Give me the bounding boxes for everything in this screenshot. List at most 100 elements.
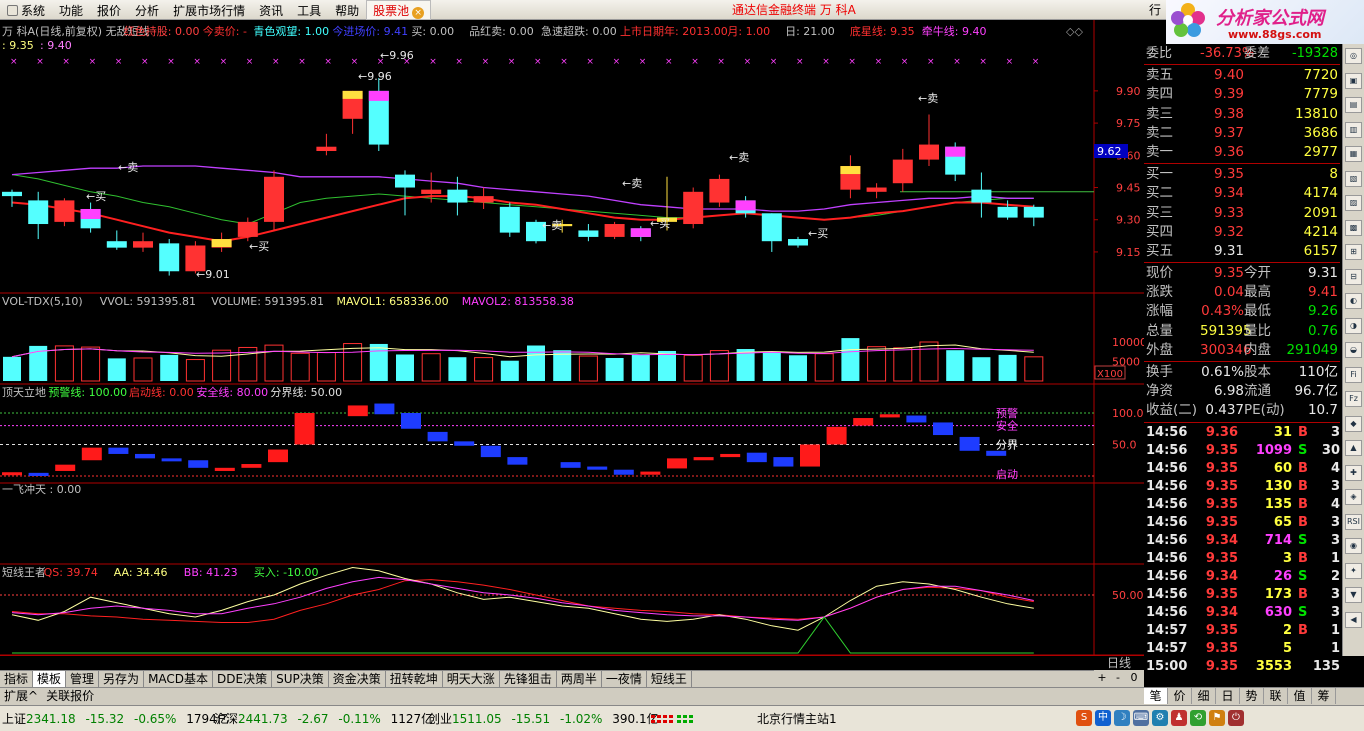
bid-row[interactable]: 买四 9.32 4214 bbox=[1144, 223, 1340, 242]
tick-row[interactable]: 14:56 9.35 65 B 3 bbox=[1144, 514, 1340, 532]
menu-system[interactable]: 系统 bbox=[0, 1, 52, 21]
ask-row[interactable]: 卖四 9.39 7779 bbox=[1144, 85, 1340, 104]
ask-row[interactable]: 卖一 9.36 2977 bbox=[1144, 143, 1340, 162]
right-tab-2[interactable]: 细 bbox=[1192, 688, 1216, 704]
tab-4[interactable]: MACD基本 bbox=[144, 671, 214, 687]
side-tool-icon[interactable]: ◉ bbox=[1345, 538, 1362, 554]
index-cy[interactable]: 创业1511.05 -15.51 -1.02% 390.1亿 bbox=[428, 710, 659, 728]
side-tool-icon[interactable]: ⊞ bbox=[1345, 244, 1362, 260]
ask-row[interactable]: 卖五 9.40 7720 bbox=[1144, 66, 1340, 85]
side-tool-icon[interactable]: ✚ bbox=[1345, 464, 1362, 481]
tick-row[interactable]: 14:56 9.34 26 S 2 bbox=[1144, 568, 1340, 586]
tick-row[interactable]: 15:00 9.35 3553 135 bbox=[1144, 658, 1340, 676]
tab-3[interactable]: 另存为 bbox=[99, 671, 145, 687]
tab-6[interactable]: SUP决策 bbox=[272, 671, 329, 687]
side-tool-icon[interactable]: RSI bbox=[1345, 513, 1362, 530]
right-tab-4[interactable]: 势 bbox=[1240, 688, 1264, 704]
side-tool-icon[interactable]: ▨ bbox=[1345, 195, 1362, 211]
menu-analysis[interactable]: 分析 bbox=[128, 1, 166, 21]
window-menu-button[interactable]: 行 bbox=[1146, 0, 1164, 20]
tick-row[interactable]: 14:56 9.35 1099 S 30 bbox=[1144, 442, 1340, 460]
stock-pool-button[interactable]: 股票池 × bbox=[366, 0, 432, 20]
side-tool-icon[interactable]: ◀ bbox=[1345, 611, 1362, 628]
menu-help[interactable]: 帮助 bbox=[328, 1, 366, 21]
menu-quote[interactable]: 报价 bbox=[90, 1, 128, 21]
tray-icon-8[interactable]: ⏻ bbox=[1228, 710, 1244, 726]
side-tool-icon[interactable]: ⊟ bbox=[1345, 268, 1362, 285]
side-tool-icon[interactable]: ▩ bbox=[1345, 219, 1362, 236]
stat-row[interactable]: 现价 9.35 今开 9.31 bbox=[1144, 264, 1340, 283]
server-name[interactable]: 北京行情主站1 bbox=[757, 710, 837, 728]
tray-icon-0[interactable]: S bbox=[1076, 710, 1092, 726]
tray-icon-7[interactable]: ⚑ bbox=[1209, 710, 1225, 726]
tab-7[interactable]: 资金决策 bbox=[329, 671, 386, 687]
stat-row[interactable]: 换手 0.61% 股本 110亿 bbox=[1144, 363, 1340, 382]
tray-icon-5[interactable]: ♟ bbox=[1171, 710, 1187, 726]
stat-row[interactable]: 净资 6.98 流通 96.7亿 bbox=[1144, 382, 1340, 401]
ask-row[interactable]: 卖二 9.37 3686 bbox=[1144, 124, 1340, 143]
right-tab-3[interactable]: 日 bbox=[1216, 688, 1240, 704]
bid-row[interactable]: 买五 9.31 6157 bbox=[1144, 242, 1340, 261]
right-tab-6[interactable]: 值 bbox=[1288, 688, 1312, 704]
kline-chart-svg[interactable]: 万 科A(日线,前复权) 无敌短线红色持股: 0.00 今卖价: - 青色观望: 1… bbox=[0, 20, 1147, 670]
tab-2[interactable]: 管理 bbox=[66, 671, 100, 687]
side-tool-icon[interactable]: Fi bbox=[1345, 366, 1362, 383]
tray-icon-1[interactable]: 中 bbox=[1095, 710, 1111, 726]
stat-row[interactable]: 涨幅 0.43% 最低 9.26 bbox=[1144, 302, 1340, 321]
side-tool-icon[interactable]: ▤ bbox=[1345, 97, 1362, 113]
side-tool-icon[interactable]: ◑ bbox=[1345, 317, 1362, 334]
side-tool-icon[interactable]: ◒ bbox=[1345, 342, 1362, 358]
ask-row[interactable]: 卖三 9.38 13810 bbox=[1144, 105, 1340, 124]
side-tool-icon[interactable]: ◆ bbox=[1345, 415, 1362, 432]
period-label[interactable]: 日线 bbox=[1094, 655, 1144, 670]
side-tool-icon[interactable]: ▧ bbox=[1345, 170, 1362, 187]
tab-8[interactable]: 扭转乾坤 bbox=[386, 671, 443, 687]
side-tool-icon[interactable]: Fz bbox=[1345, 391, 1362, 407]
stat-row[interactable]: 外盘 300346 内盘 291049 bbox=[1144, 341, 1340, 360]
tick-row[interactable]: 14:56 9.35 135 B 4 bbox=[1144, 496, 1340, 514]
side-tool-icon[interactable]: ✦ bbox=[1345, 562, 1362, 579]
zoom-control-1[interactable]: - bbox=[1110, 670, 1126, 686]
side-tool-icon[interactable]: ▥ bbox=[1345, 121, 1362, 138]
tab-10[interactable]: 先锋狙击 bbox=[500, 671, 557, 687]
side-tool-icon[interactable]: ◐ bbox=[1345, 293, 1362, 309]
tab-11[interactable]: 两周半 bbox=[557, 671, 602, 687]
right-tab-5[interactable]: 联 bbox=[1264, 688, 1288, 704]
weibi-row[interactable]: 委比 -36.73% 委差 -19328 bbox=[1144, 44, 1340, 63]
tray-icon-3[interactable]: ⌨ bbox=[1133, 710, 1149, 726]
side-tool-icon[interactable]: ▣ bbox=[1345, 72, 1362, 89]
menu-tools[interactable]: 工具 bbox=[290, 1, 328, 21]
side-tool-icon[interactable]: ◎ bbox=[1345, 48, 1362, 64]
stat-row[interactable]: 总量 591395 量比 0.76 bbox=[1144, 322, 1340, 341]
tab-1[interactable]: 模板 bbox=[33, 671, 67, 687]
zoom-control-2[interactable]: 0 bbox=[1126, 670, 1142, 686]
tray-icon-6[interactable]: ⟲ bbox=[1190, 710, 1206, 726]
zoom-control-0[interactable]: + bbox=[1094, 670, 1110, 686]
tab-5[interactable]: DDE决策 bbox=[213, 671, 273, 687]
side-tool-icon[interactable]: ▲ bbox=[1345, 440, 1362, 456]
tick-row[interactable]: 14:56 9.36 31 B 3 bbox=[1144, 424, 1340, 442]
tick-row[interactable]: 14:56 9.35 130 B 3 bbox=[1144, 478, 1340, 496]
stat-row[interactable]: 涨跌 0.04 最高 9.41 bbox=[1144, 283, 1340, 302]
tick-row[interactable]: 14:56 9.35 3 B 1 bbox=[1144, 550, 1340, 568]
tray-icon-4[interactable]: ⚙ bbox=[1152, 710, 1168, 726]
right-tab-1[interactable]: 价 bbox=[1168, 688, 1192, 704]
close-icon[interactable]: × bbox=[412, 7, 425, 19]
tick-row[interactable]: 14:56 9.34 714 S 3 bbox=[1144, 532, 1340, 550]
chart-area[interactable]: 万 科A(日线,前复权) 无敌短线 红色持股: 0.00 今卖价: - 青色观望: 1… bbox=[0, 20, 1147, 670]
tick-row[interactable]: 14:56 9.35 173 B 3 bbox=[1144, 586, 1340, 604]
bid-row[interactable]: 买一 9.35 8 bbox=[1144, 165, 1340, 184]
side-tool-icon[interactable]: ◈ bbox=[1345, 489, 1362, 505]
menu-news[interactable]: 资讯 bbox=[252, 1, 290, 21]
ext-tab-1[interactable]: 关联报价 bbox=[42, 688, 98, 704]
tick-row[interactable]: 14:57 9.35 5 1 bbox=[1144, 640, 1340, 658]
right-tab-7[interactable]: 筹 bbox=[1312, 688, 1336, 704]
side-tool-icon[interactable]: ▼ bbox=[1345, 587, 1362, 603]
index-sh[interactable]: 上证2341.18 -15.32 -0.65% 1794亿 bbox=[2, 710, 229, 728]
side-tool-icon[interactable]: ▦ bbox=[1345, 146, 1362, 162]
ext-tab-0[interactable]: 扩展^ bbox=[0, 688, 42, 704]
tab-13[interactable]: 短线王 bbox=[647, 671, 692, 687]
tab-0[interactable]: 指标 bbox=[0, 671, 34, 687]
menu-function[interactable]: 功能 bbox=[52, 1, 90, 21]
right-tab-0[interactable]: 笔 bbox=[1144, 688, 1168, 704]
